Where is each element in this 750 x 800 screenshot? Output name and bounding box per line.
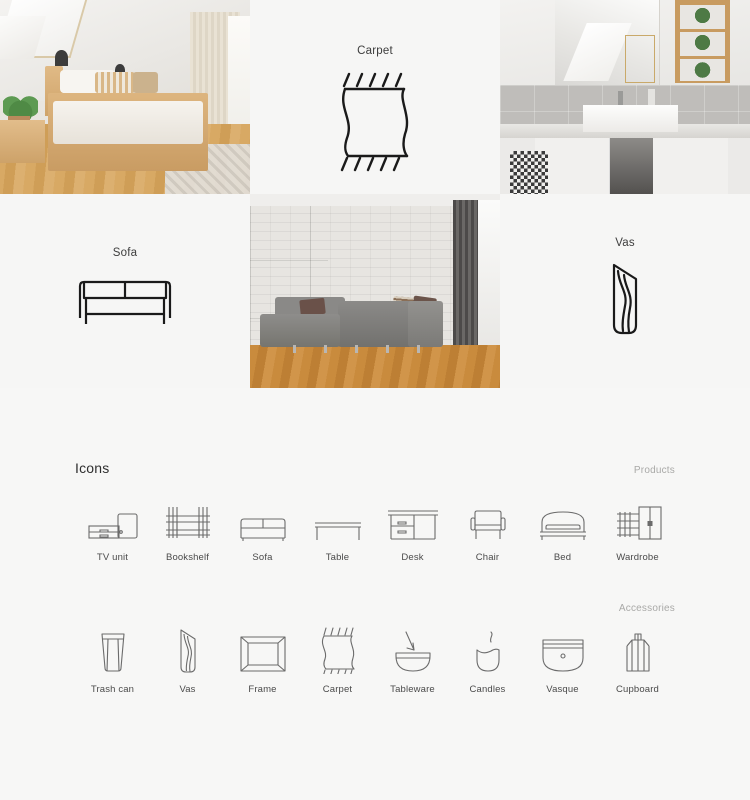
icon-label: Vasque [546, 684, 579, 695]
icon-label: Wardrobe [616, 552, 659, 563]
bed-icon [537, 498, 589, 542]
icon-cell-chair[interactable]: Chair [450, 498, 525, 563]
chair-icon [467, 498, 509, 542]
showcase-grid: Carpet Sofa Vas [0, 0, 750, 388]
sofa-tile[interactable]: Sofa [0, 194, 250, 388]
trash-can-icon [96, 630, 130, 674]
vas-large-icon [500, 262, 750, 336]
frame-icon [239, 630, 287, 674]
icon-cell-desk[interactable]: Desk [375, 498, 450, 563]
category-label-accessories: Accessories [618, 603, 675, 614]
bathroom-photo[interactable] [500, 0, 750, 194]
desk-icon [386, 498, 440, 542]
vas-icon [177, 629, 199, 674]
cupboard-icon [618, 630, 658, 674]
icon-cell-tableware[interactable]: Tableware [375, 630, 450, 695]
sofa-large-icon [0, 270, 250, 326]
icon-cell-wardrobe[interactable]: Wardrobe [600, 498, 675, 563]
icon-cell-bed[interactable]: Bed [525, 498, 600, 563]
icon-cell-vasque[interactable]: Vasque [525, 630, 600, 695]
sofa-tile-label: Sofa [112, 247, 138, 259]
table-icon [312, 498, 364, 542]
tv-unit-icon [85, 498, 141, 542]
icon-label: Chair [475, 552, 500, 563]
living-room-photo[interactable] [250, 194, 500, 388]
icon-cell-table[interactable]: Table [300, 498, 375, 563]
living-room-photo-image [250, 194, 500, 388]
icon-cell-trash-can[interactable]: Trash can [75, 630, 150, 695]
bathroom-photo-image [500, 0, 750, 194]
icon-cell-frame[interactable]: Frame [225, 630, 300, 695]
carpet-icon [317, 627, 359, 674]
vasque-icon [539, 630, 587, 674]
icon-cell-vas[interactable]: Vas [150, 629, 225, 695]
icon-cell-tv-unit[interactable]: TV unit [75, 498, 150, 563]
carpet-tile[interactable]: Carpet [250, 0, 500, 194]
icons-panel: Icons Products TV unit Bookshelf Sofa Ta… [0, 388, 750, 800]
icon-cell-candles[interactable]: Candles [450, 630, 525, 695]
icon-label: Tableware [390, 684, 435, 695]
icon-label: TV unit [96, 552, 129, 563]
tableware-icon [392, 630, 434, 674]
wardrobe-icon [612, 498, 664, 542]
icon-label: Table [325, 552, 350, 563]
icon-label: Bed [553, 552, 572, 563]
panel-header: Icons Products [75, 388, 675, 476]
icon-label: Carpet [322, 684, 353, 695]
icon-cell-sofa[interactable]: Sofa [225, 498, 300, 563]
accessories-icon-grid: Trash can Vas Frame Carpet Tableware Can… [75, 627, 675, 695]
icon-label: Cupboard [616, 684, 659, 695]
sofa-icon [238, 498, 288, 542]
icon-label: Trash can [90, 684, 135, 695]
page-title: Icons [75, 460, 110, 476]
icon-cell-bookshelf[interactable]: Bookshelf [150, 498, 225, 563]
candles-icon [471, 630, 505, 674]
bedroom-photo[interactable] [0, 0, 250, 194]
products-icon-grid: TV unit Bookshelf Sofa Table Desk Chair … [75, 498, 675, 563]
icon-label: Bookshelf [165, 552, 210, 563]
vas-tile-label: Vas [615, 237, 635, 249]
bedroom-photo-image [0, 0, 250, 194]
category-label-products: Products [633, 465, 675, 476]
vas-tile[interactable]: Vas [500, 194, 750, 388]
icon-cell-cupboard[interactable]: Cupboard [600, 630, 675, 695]
bookshelf-icon [162, 498, 214, 542]
icon-label: Desk [401, 552, 424, 563]
icon-label: Candles [469, 684, 506, 695]
icon-label: Sofa [252, 552, 273, 563]
carpet-tile-label: Carpet [357, 45, 393, 57]
icon-label: Vas [179, 684, 196, 695]
icon-label: Frame [248, 684, 277, 695]
carpet-large-icon [250, 68, 500, 176]
icon-cell-carpet[interactable]: Carpet [300, 627, 375, 695]
